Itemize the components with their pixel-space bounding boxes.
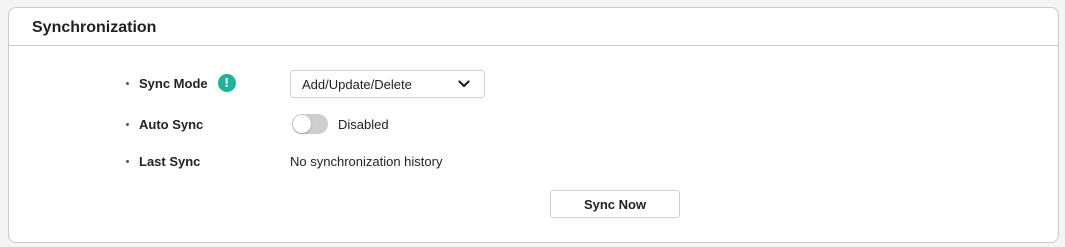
last-sync-row: Last Sync No synchronization history <box>9 149 1058 173</box>
sync-mode-selected-value: Add/Update/Delete <box>302 76 412 92</box>
bullet-icon <box>126 122 129 126</box>
toggle-knob <box>293 115 311 133</box>
sync-mode-label-group: Sync Mode ! <box>126 74 236 92</box>
last-sync-label-group: Last Sync <box>126 154 200 169</box>
bullet-icon <box>126 159 129 163</box>
sync-mode-label: Sync Mode <box>139 75 208 91</box>
panel-title: Synchronization <box>32 18 157 36</box>
sync-now-button[interactable]: Sync Now <box>550 190 680 218</box>
bullet-icon <box>126 81 129 85</box>
chevron-down-icon <box>458 80 470 88</box>
auto-sync-toggle[interactable] <box>292 114 328 134</box>
sync-mode-select[interactable]: Add/Update/Delete <box>290 70 485 98</box>
auto-sync-row: Auto Sync Disabled <box>9 112 1058 136</box>
last-sync-label: Last Sync <box>139 153 201 169</box>
synchronization-panel: Synchronization Sync Mode ! Add/Update/D… <box>8 7 1059 243</box>
auto-sync-label-group: Auto Sync <box>126 117 203 132</box>
sync-mode-row: Sync Mode ! Add/Update/Delete <box>9 69 1058 98</box>
last-sync-value-group: No synchronization history <box>290 154 442 169</box>
info-icon[interactable]: ! <box>217 74 236 92</box>
sync-mode-value: Add/Update/Delete <box>290 69 485 98</box>
auto-sync-status: Disabled <box>338 116 389 132</box>
panel-header: Synchronization <box>9 8 1058 46</box>
auto-sync-label: Auto Sync <box>139 116 204 132</box>
auto-sync-value: Disabled <box>290 114 389 134</box>
last-sync-value: No synchronization history <box>290 153 443 169</box>
